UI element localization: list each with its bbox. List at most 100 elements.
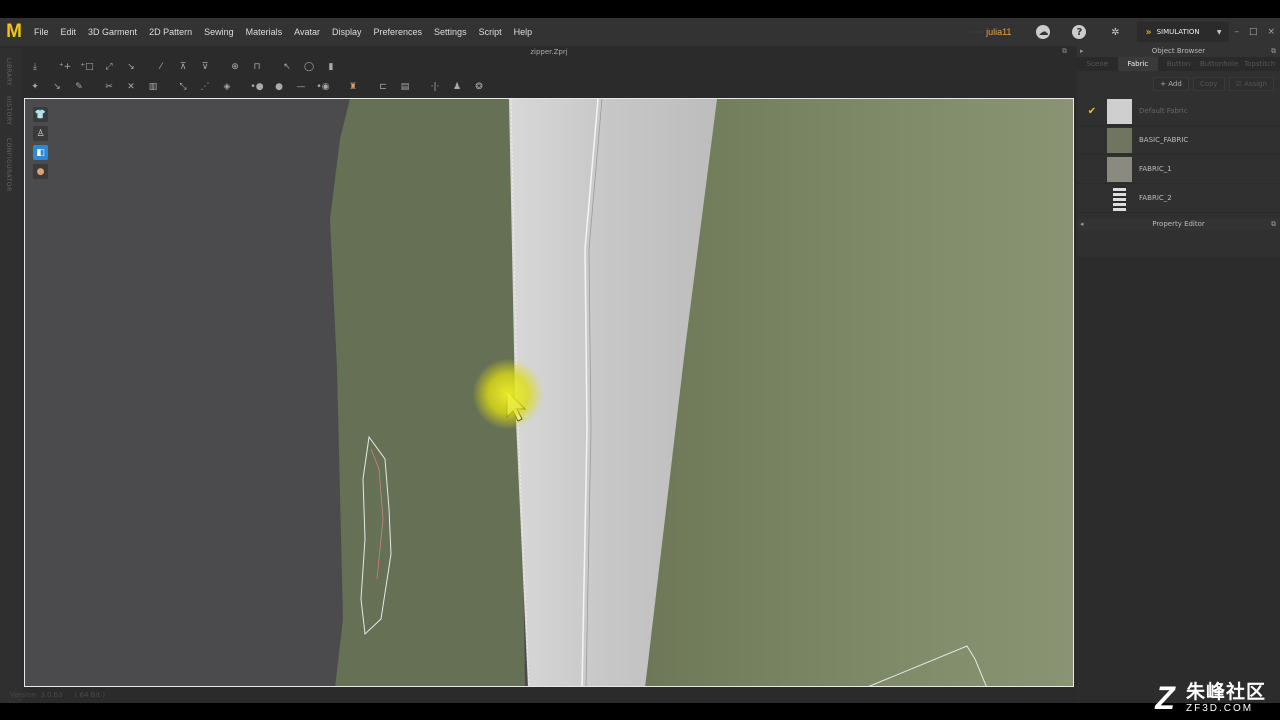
menu-avatar[interactable]: Avatar [288, 27, 326, 37]
fabric-swatch [1107, 156, 1132, 182]
assign-button[interactable]: ☑ Assign [1228, 77, 1274, 91]
cursor-highlight [473, 359, 543, 429]
thickness-icon[interactable]: ▤ [394, 82, 416, 92]
fabric-name: FABRIC_2 [1139, 194, 1172, 202]
tab-buttonhole[interactable]: Buttonhole [1199, 57, 1240, 71]
status-bar: Version: 3.0.63 ( 64 Bit ) [0, 687, 1076, 703]
menu-file[interactable]: File [28, 27, 55, 37]
fabric-name: BASIC_FABRIC [1139, 136, 1189, 144]
button-icon[interactable]: •● [246, 82, 268, 92]
add-button[interactable]: + Add [1153, 77, 1189, 91]
community-icon[interactable]: ✲ [1108, 25, 1122, 39]
hole-icon[interactable]: ● [268, 82, 290, 92]
simulation-mode-dropdown[interactable]: » SIMULATION ▼ [1137, 22, 1230, 42]
tab-topstitch[interactable]: Topstitch [1239, 57, 1280, 71]
avatar-icon[interactable]: ♙ [33, 126, 48, 141]
cut-icon[interactable]: ✕ [120, 82, 142, 92]
minimize-icon[interactable]: – [1234, 27, 1239, 37]
menu-bar: M File Edit 3D Garment 2D Pattern Sewing… [0, 18, 1280, 46]
watermark-logo: Z [1155, 680, 1175, 716]
fabric-icon[interactable]: •◉ [312, 82, 334, 92]
lasso-pin-icon[interactable]: ↖ [276, 62, 298, 72]
fabric-icon[interactable]: ◧ [33, 145, 48, 160]
close-icon[interactable]: × [1267, 27, 1275, 37]
measure-icon[interactable]: ◯ [298, 62, 320, 72]
fold-icon[interactable]: ⊼ [172, 62, 194, 72]
copy-button[interactable]: Copy [1192, 77, 1225, 91]
skin-icon[interactable]: ● [33, 164, 48, 179]
tack-icon[interactable]: ⊕ [224, 62, 246, 72]
segment-icon[interactable]: ⁄ [150, 62, 172, 72]
transform-box-icon[interactable]: ⁺□ [76, 62, 98, 72]
menu-right-area: ····· julia11 ☁ ? ✲ » SIMULATION ▼ – □ × [970, 18, 1280, 46]
list-item[interactable]: BASIC_FABRIC [1077, 126, 1280, 155]
left-side-strip: LIBRARY HISTORY CONFIGURATOR [0, 48, 22, 703]
select-mesh-icon[interactable]: ✦ [24, 82, 46, 92]
library-tab[interactable]: LIBRARY [5, 58, 12, 86]
avatar-icon[interactable]: ♟ [446, 82, 468, 92]
puckering-icon[interactable]: ♜ [342, 82, 364, 92]
tab-button[interactable]: Button [1158, 57, 1199, 71]
menu-preferences[interactable]: Preferences [368, 27, 429, 37]
fabric-list: ✔ Default Fabric BASIC_FABRIC FABRIC_1 F… [1077, 97, 1280, 213]
split-icon[interactable]: ✂ [98, 82, 120, 92]
collapse-arrow-icon[interactable]: ◂ [1080, 219, 1084, 230]
scale-icon[interactable]: ⤢ [98, 62, 120, 72]
mode-label: SIMULATION [1156, 28, 1200, 36]
ruler-icon[interactable]: ▮ [320, 62, 342, 72]
zipper-icon[interactable]: ◈ [216, 82, 238, 92]
menu-materials[interactable]: Materials [240, 27, 289, 37]
collapse-arrow-icon[interactable]: ▸ [1080, 46, 1084, 57]
tab-fabric[interactable]: Fabric [1117, 57, 1159, 71]
stitch-icon[interactable]: ⤡ [172, 82, 194, 92]
viewport-side-tools: 👕 ♙ ◧ ● [33, 107, 48, 183]
menu-edit[interactable]: Edit [55, 27, 83, 37]
detach-panel-icon[interactable]: ⧉ [1271, 219, 1276, 230]
menu-3d-garment[interactable]: 3D Garment [82, 27, 143, 37]
chevron-mode-icon: » [1145, 26, 1152, 38]
detach-window-icon[interactable]: ⧉ [1062, 47, 1067, 56]
pin-point-icon[interactable]: ↘ [46, 82, 68, 92]
object-browser-title: Object Browser [1151, 47, 1206, 55]
list-item[interactable]: ✔ Default Fabric [1077, 97, 1280, 126]
app-logo: M [6, 21, 22, 42]
measure-tape-icon[interactable]: ❂ [468, 82, 490, 92]
fold-arrange-icon[interactable]: ⊽ [194, 62, 216, 72]
menu-script[interactable]: Script [473, 27, 508, 37]
3d-viewport[interactable]: 👕 ♙ ◧ ● [24, 98, 1074, 687]
property-editor-header: ◂ Property Editor ⧉ [1077, 219, 1280, 230]
menu-display[interactable]: Display [326, 27, 368, 37]
menu-2d-pattern[interactable]: 2D Pattern [143, 27, 198, 37]
cloud-icon[interactable]: ☁ [1036, 25, 1051, 39]
detach-panel-icon[interactable]: ⧉ [1271, 46, 1276, 57]
right-garment-panel [645, 99, 1073, 686]
pattern-icon[interactable]: ⋅|⋅ [424, 82, 446, 92]
brush-icon[interactable]: ✎ [68, 82, 90, 92]
watermark-en: ZF3D.COM [1186, 703, 1254, 714]
topstitch-icon[interactable]: ⊏ [372, 82, 394, 92]
multi-sew-icon[interactable]: ⋰ [194, 82, 216, 92]
garment-icon[interactable]: 👕 [33, 107, 48, 122]
fabric-name: Default Fabric [1139, 107, 1188, 115]
tab-scene[interactable]: Scene [1077, 57, 1118, 71]
restore-icon[interactable]: □ [1249, 27, 1258, 37]
list-item[interactable]: FABRIC_1 [1077, 155, 1280, 184]
menu-sewing[interactable]: Sewing [198, 27, 240, 37]
toolbar-row-2: ✦ ↘ ✎ ✂ ✕ ▥ ⤡ ⋰ ◈ •● ● — •◉ ♜ ⊏ ▤ ⋅|⋅ ♟ … [24, 78, 490, 96]
user-name[interactable]: julia11 [986, 27, 1011, 37]
menu-settings[interactable]: Settings [428, 27, 473, 37]
history-tab[interactable]: HISTORY [5, 96, 12, 125]
sew-icon[interactable]: ▥ [142, 82, 164, 92]
configurator-tab[interactable]: CONFIGURATOR [5, 138, 12, 192]
menu-help[interactable]: Help [508, 27, 539, 37]
line-icon[interactable]: — [290, 82, 312, 92]
edit-curve-icon[interactable]: ↘ [120, 62, 142, 72]
chevron-down-icon: ▼ [1216, 28, 1222, 36]
list-item[interactable]: FABRIC_2 [1077, 184, 1280, 213]
pin-icon[interactable]: ⊓ [246, 62, 268, 72]
move-point-icon[interactable]: ⁺+ [54, 62, 76, 72]
download-arrow-icon[interactable]: ⤓ [24, 62, 46, 72]
help-icon[interactable]: ? [1072, 25, 1087, 39]
app-window: M File Edit 3D Garment 2D Pattern Sewing… [0, 18, 1280, 703]
right-panel: ▸ Object Browser ⧉ Scene Fabric Button B… [1077, 46, 1280, 703]
